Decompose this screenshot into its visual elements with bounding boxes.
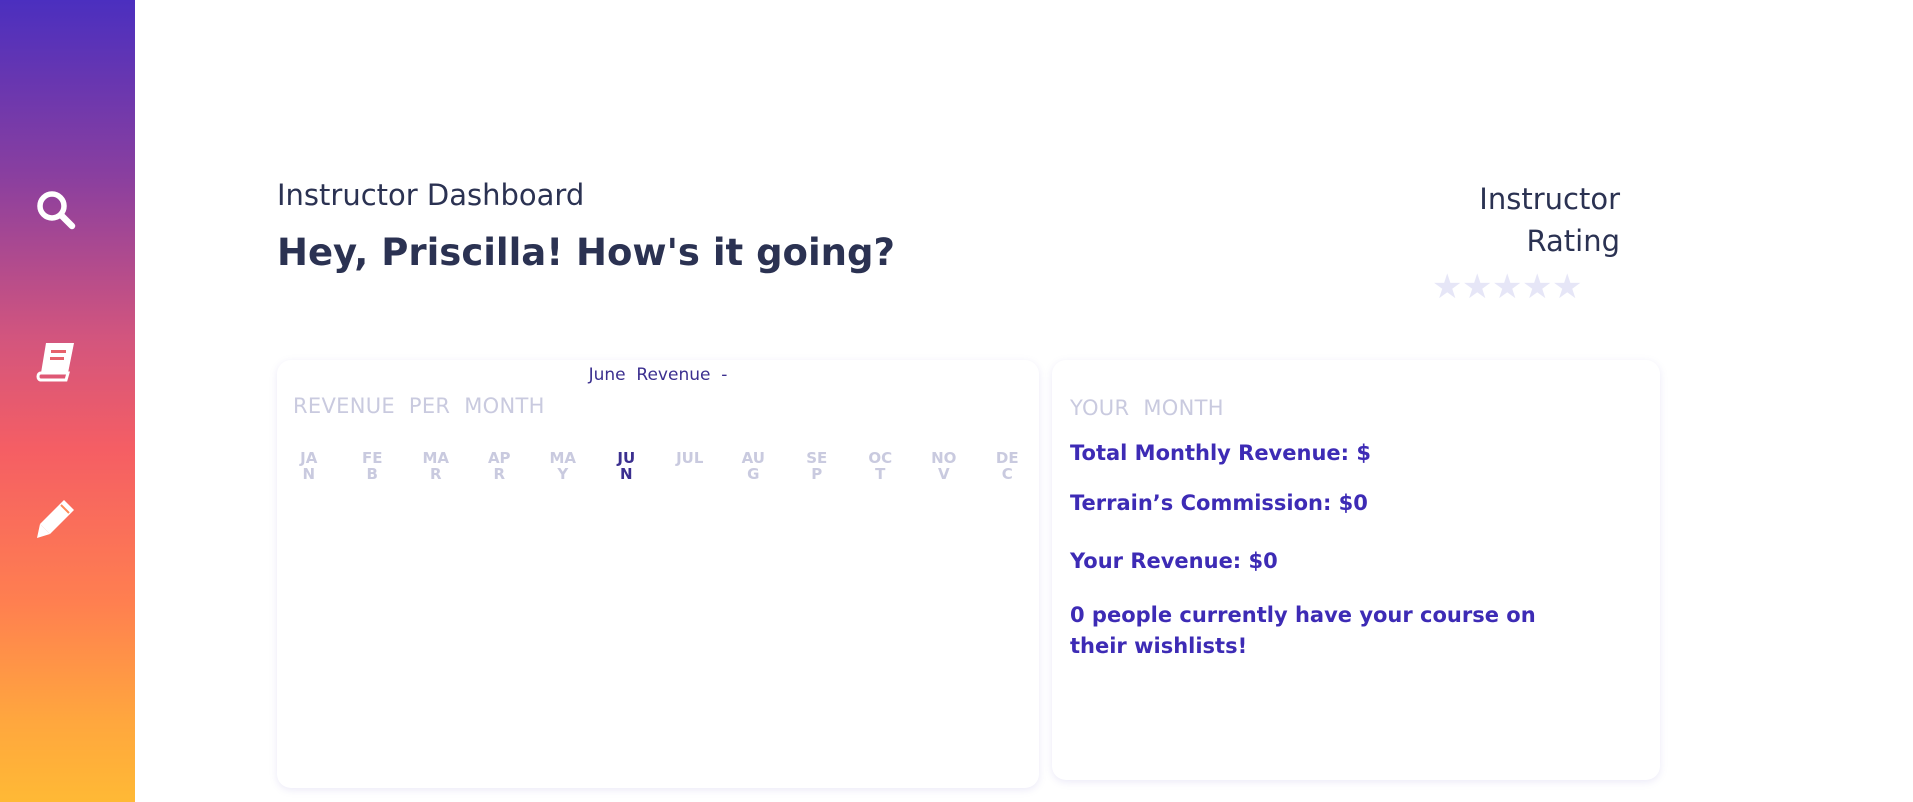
star-icon: ★ xyxy=(1492,267,1523,307)
wishlist-count: 0 people currently have your course on t… xyxy=(1070,603,1536,658)
total-monthly-revenue: Total Monthly Revenue: $ xyxy=(1070,441,1371,465)
star-icon: ★ xyxy=(1462,267,1493,307)
book-icon xyxy=(36,343,74,382)
month-sep[interactable]: SEP xyxy=(785,450,849,482)
month-aug[interactable]: AUG xyxy=(722,450,786,482)
rating-stars: ★ ★ ★ ★ ★ xyxy=(1432,270,1582,304)
pencil-icon xyxy=(37,500,74,538)
your-month-title: YOUR MONTH xyxy=(1070,396,1224,420)
month-oct[interactable]: OCT xyxy=(849,450,913,482)
month-nov[interactable]: NOV xyxy=(912,450,976,482)
page-title: Instructor Dashboard xyxy=(277,178,585,212)
month-feb[interactable]: FEB xyxy=(341,450,405,482)
edit-button[interactable] xyxy=(32,494,80,542)
revenue-card-title: REVENUE PER MONTH xyxy=(293,394,545,418)
your-revenue: Your Revenue: $0 xyxy=(1070,549,1278,573)
selected-month-revenue: June Revenue - xyxy=(588,365,728,385)
search-button[interactable] xyxy=(32,186,80,234)
terrain-commission: Terrain’s Commission: $0 xyxy=(1070,491,1368,515)
rating-title: Instructor Rating xyxy=(1479,182,1620,258)
month-jun[interactable]: JUN xyxy=(595,450,659,482)
courses-button[interactable] xyxy=(32,337,80,385)
month-selector: JAN FEB MAR APR MAY JUN JUL AUG SEP OCT … xyxy=(277,450,1039,482)
month-mar[interactable]: MAR xyxy=(404,450,468,482)
star-icon: ★ xyxy=(1432,267,1463,307)
search-icon xyxy=(37,191,76,230)
star-icon: ★ xyxy=(1522,267,1553,307)
month-may[interactable]: MAY xyxy=(531,450,595,482)
month-dec[interactable]: DEC xyxy=(976,450,1040,482)
month-jul[interactable]: JUL xyxy=(658,450,722,482)
month-jan[interactable]: JAN xyxy=(277,450,341,482)
greeting: Hey, Priscilla! How's it going? xyxy=(277,231,895,274)
month-apr[interactable]: APR xyxy=(468,450,532,482)
star-icon: ★ xyxy=(1552,267,1583,307)
revenue-card: June Revenue - REVENUE PER MONTH JAN FEB… xyxy=(277,360,1039,788)
your-month-card: YOUR MONTH Total Monthly Revenue: $ Terr… xyxy=(1052,360,1660,780)
sidebar xyxy=(0,0,135,802)
